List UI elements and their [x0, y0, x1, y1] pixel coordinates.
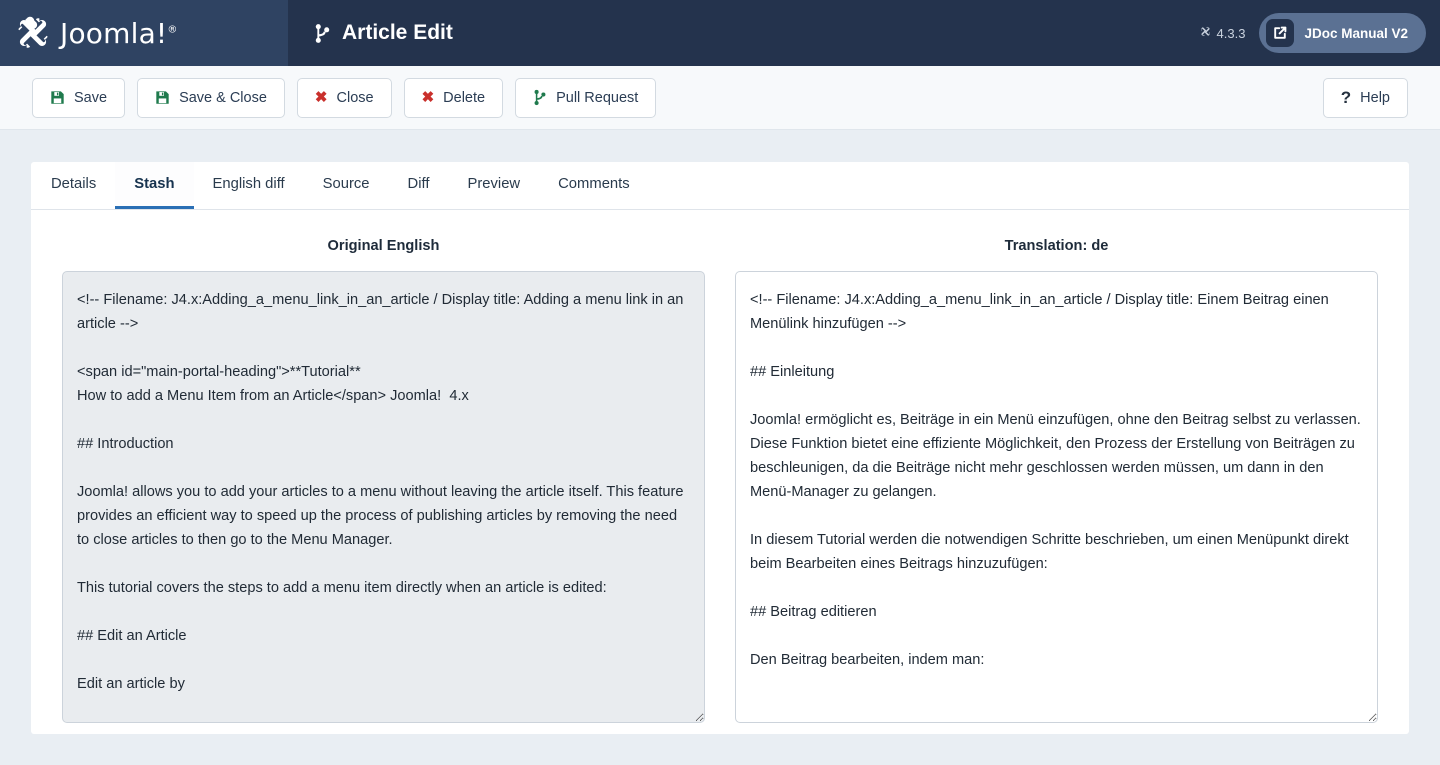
version-number: 4.3.3 [1216, 25, 1246, 41]
tab-bar: Details Stash English diff Source Diff P… [31, 162, 1409, 210]
joomla-mark-icon [1199, 25, 1212, 41]
git-branch-icon [314, 23, 331, 44]
tab-source-label: Source [322, 176, 370, 192]
brand-name: Joomla!® [60, 16, 178, 50]
save-floppy-icon [155, 90, 170, 105]
close-button[interactable]: ✖ Close [296, 77, 392, 118]
x-mark-icon: ✖ [314, 89, 328, 106]
header-right-group: 4.3.3 JDoc Manual V2 [1199, 13, 1440, 53]
stash-panes: Original English Translation: de [31, 210, 1409, 723]
translation-textarea[interactable] [735, 271, 1378, 723]
original-english-title: Original English [327, 238, 440, 254]
original-english-textarea[interactable] [62, 271, 705, 723]
original-english-pane: Original English [62, 238, 705, 723]
pull-request-button-label: Pull Request [556, 89, 639, 106]
editor-card: Details Stash English diff Source Diff P… [31, 162, 1409, 734]
jdoc-manual-label: JDoc Manual V2 [1304, 25, 1408, 41]
tab-preview-label: Preview [467, 176, 521, 192]
help-button[interactable]: ? Help [1322, 77, 1408, 118]
page-title-text: Article Edit [342, 21, 453, 44]
save-and-close-button[interactable]: Save & Close [137, 77, 285, 118]
content-area: Details Stash English diff Source Diff P… [0, 130, 1440, 734]
tab-details[interactable]: Details [32, 162, 115, 209]
question-mark-icon: ? [1340, 88, 1352, 107]
tab-source[interactable]: Source [304, 162, 389, 209]
brand-area[interactable]: Joomla!® [0, 0, 288, 66]
delete-button[interactable]: ✖ Delete [403, 77, 504, 118]
tab-details-label: Details [51, 176, 97, 192]
save-floppy-icon [50, 90, 65, 105]
tab-preview[interactable]: Preview [448, 162, 539, 209]
version-badge: 4.3.3 [1199, 25, 1246, 41]
save-button-label: Save [74, 89, 108, 106]
brand-trademark: ® [167, 24, 178, 36]
tab-english-diff[interactable]: English diff [194, 162, 304, 209]
tab-stash-label: Stash [134, 176, 175, 192]
save-and-close-button-label: Save & Close [179, 89, 267, 106]
translation-pane: Translation: de [735, 238, 1378, 723]
tab-diff-label: Diff [407, 176, 430, 192]
tab-comments[interactable]: Comments [539, 162, 649, 209]
jdoc-manual-button[interactable]: JDoc Manual V2 [1259, 13, 1426, 53]
joomla-logo-icon [12, 12, 54, 54]
help-button-label: Help [1360, 89, 1390, 106]
pull-request-button[interactable]: Pull Request [515, 77, 657, 118]
x-mark-icon: ✖ [421, 89, 435, 106]
page-title: Article Edit [314, 21, 453, 45]
app-header: Joomla!® Article Edit 4.3.3 JDoc Manual … [0, 0, 1440, 66]
save-button[interactable]: Save [32, 77, 126, 118]
delete-button-label: Delete [443, 89, 486, 106]
tab-diff[interactable]: Diff [389, 162, 449, 209]
tab-stash[interactable]: Stash [115, 162, 194, 209]
external-link-icon [1266, 19, 1295, 47]
translation-title: Translation: de [1004, 238, 1109, 254]
git-branch-icon [533, 89, 547, 106]
tab-comments-label: Comments [558, 176, 630, 192]
toolbar: Save Save & Close ✖ Close ✖ Delete Pull … [0, 66, 1440, 130]
close-button-label: Close [336, 89, 374, 106]
tab-english-diff-label: English diff [212, 176, 285, 192]
